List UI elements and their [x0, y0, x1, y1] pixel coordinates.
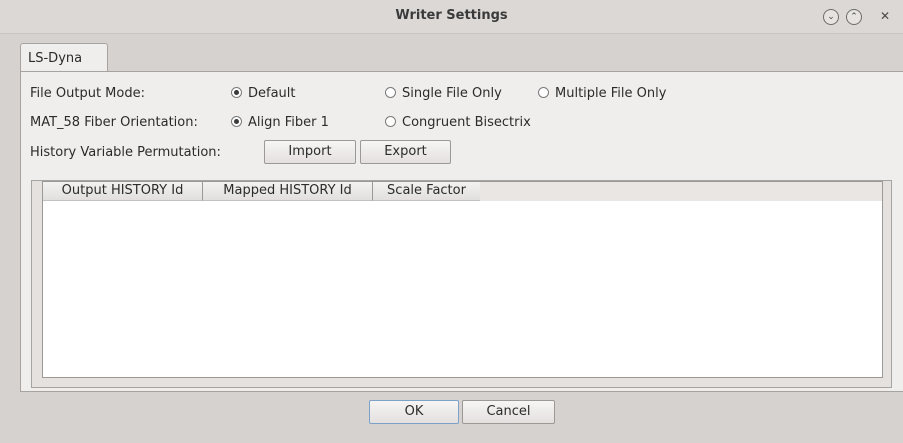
radio-unselected-icon [385, 116, 396, 127]
history-variable-permutation-label: History Variable Permutation: [30, 145, 221, 160]
radio-align-fiber-1[interactable]: Align Fiber 1 [231, 115, 329, 130]
table-header: Output HISTORY Id Mapped HISTORY Id Scal… [43, 182, 480, 201]
cancel-button[interactable]: Cancel [462, 400, 555, 424]
tab-label: LS-Dyna [28, 51, 83, 66]
radio-label: Multiple File Only [555, 86, 667, 101]
radio-single-file-only[interactable]: Single File Only [385, 86, 502, 101]
radio-label: Default [248, 86, 296, 101]
radio-selected-icon [231, 87, 242, 98]
column-header-scale-factor[interactable]: Scale Factor [373, 182, 480, 201]
ok-button[interactable]: OK [369, 400, 459, 424]
radio-label: Align Fiber 1 [248, 115, 329, 130]
history-table[interactable]: Output HISTORY Id Mapped HISTORY Id Scal… [42, 181, 883, 378]
mat58-fiber-orientation-label: MAT_58 Fiber Orientation: [30, 115, 198, 130]
import-button[interactable]: Import [264, 140, 356, 164]
radio-default[interactable]: Default [231, 86, 296, 101]
table-scroll-container: Output HISTORY Id Mapped HISTORY Id Scal… [31, 180, 892, 388]
radio-selected-icon [231, 116, 242, 127]
export-button[interactable]: Export [360, 140, 451, 164]
column-header-output-history-id[interactable]: Output HISTORY Id [43, 182, 203, 201]
radio-unselected-icon [385, 87, 396, 98]
table-header-filler [480, 182, 882, 201]
column-header-mapped-history-id[interactable]: Mapped HISTORY Id [203, 182, 373, 201]
tab-ls-dyna[interactable]: LS-Dyna [20, 43, 108, 72]
radio-unselected-icon [538, 87, 549, 98]
radio-label: Congruent Bisectrix [402, 115, 531, 130]
window-title: Writer Settings [395, 8, 508, 23]
close-icon[interactable]: ✕ [877, 9, 893, 25]
title-bar: Writer Settings ⌄ ⌃ ✕ [0, 0, 903, 34]
radio-label: Single File Only [402, 86, 502, 101]
maximize-icon[interactable]: ⌃ [846, 9, 862, 25]
radio-multiple-file-only[interactable]: Multiple File Only [538, 86, 666, 101]
radio-congruent-bisectrix[interactable]: Congruent Bisectrix [385, 115, 531, 130]
file-output-mode-label: File Output Mode: [30, 86, 145, 101]
minimize-icon[interactable]: ⌄ [823, 9, 839, 25]
